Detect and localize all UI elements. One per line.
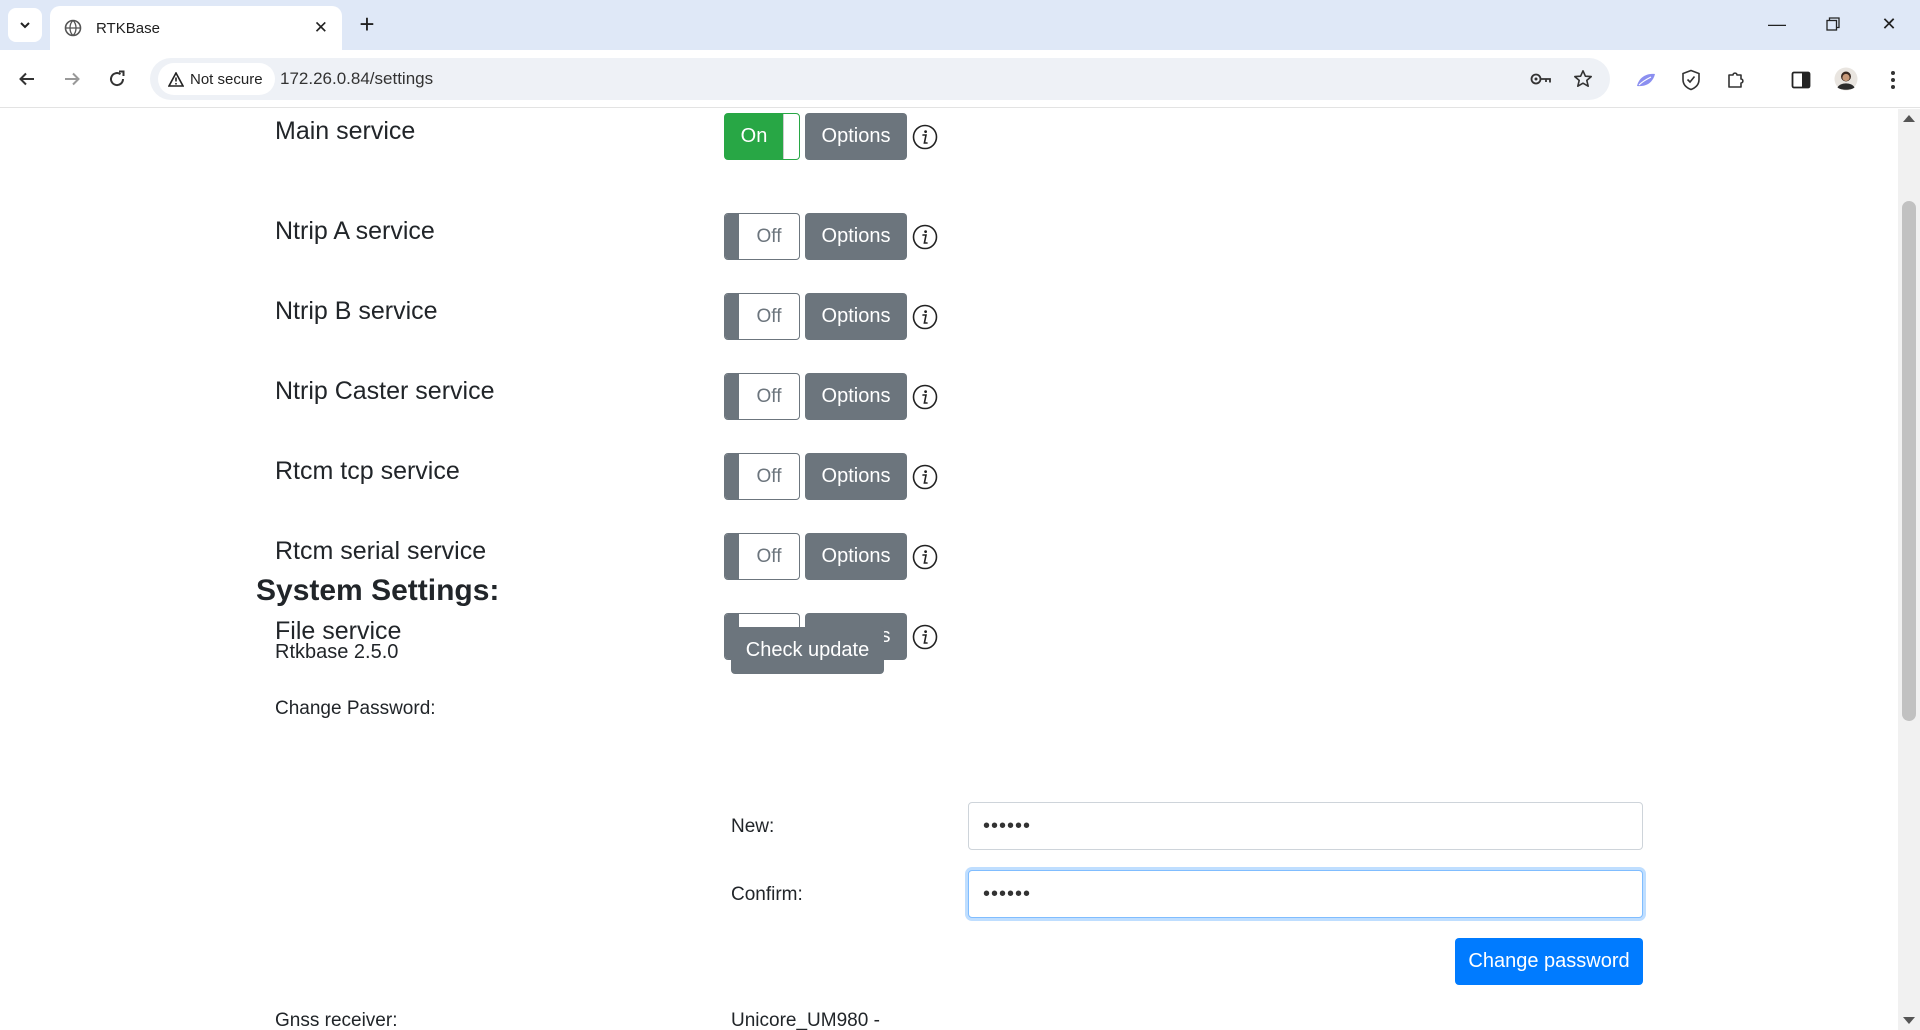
star-icon[interactable] [1572,68,1594,90]
side-panel-icon[interactable] [1788,67,1814,93]
minimize-button[interactable]: — [1754,6,1800,42]
gnss-receiver-value: Unicore_UM980 - [731,1010,880,1030]
tab-title: RTKBase [96,19,160,37]
key-icon[interactable] [1530,68,1552,90]
puzzle-icon[interactable] [1723,67,1749,93]
shield-icon[interactable] [1678,67,1704,93]
system-settings-title: System Settings: [256,574,500,607]
service-options-button[interactable]: Options [805,533,907,580]
chevron-down-icon [20,22,30,29]
restore-button[interactable] [1810,6,1856,42]
tab-search-button[interactable] [8,8,42,42]
arrow-right-icon [65,72,80,86]
toggle-state-label: On [740,125,768,147]
url-text[interactable]: 172.26.0.84/settings [280,69,433,89]
confirm-password-label: Confirm: [731,884,803,905]
reload-icon [110,70,125,87]
toggle-state-label: Off [756,305,782,327]
toggle-handle [725,454,739,499]
arrow-left-icon [19,72,34,86]
warning-icon [168,71,184,87]
version-text: Rtkbase 2.5.0 [275,641,399,663]
info-icon[interactable] [912,464,938,490]
scroll-thumb[interactable] [1902,201,1916,721]
security-label: Not secure [190,70,263,88]
extension-leaf-icon[interactable] [1633,67,1659,93]
close-tab-icon[interactable]: ✕ [314,18,328,38]
security-indicator[interactable]: Not secure [158,63,275,95]
service-toggle[interactable]: Off [724,453,800,500]
toggle-state-label: Off [756,465,782,487]
info-icon[interactable] [912,304,938,330]
new-password-label: New: [731,816,775,837]
service-label: Main service [275,117,416,145]
service-label: Ntrip A service [275,217,435,245]
info-icon[interactable] [912,544,938,570]
service-label: Ntrip Caster service [275,377,495,405]
reload-button[interactable] [100,62,134,96]
new-tab-button[interactable]: + [352,10,382,40]
globe-icon [64,19,82,37]
service-toggle[interactable]: On [724,113,800,160]
change-password-button[interactable]: Change password [1455,938,1643,985]
service-options-button[interactable]: Options [805,373,907,420]
toggle-handle [725,294,739,339]
service-options-button[interactable]: Options [805,453,907,500]
toggle-state-label: Off [756,225,782,247]
tab-strip: RTKBase ✕ + — ✕ [0,0,1920,50]
service-label: Rtcm serial service [275,537,487,565]
info-icon[interactable] [912,624,938,650]
toggle-handle [725,374,739,419]
more-menu-icon[interactable] [1880,67,1906,93]
service-toggle[interactable]: Off [724,213,800,260]
toggle-handle [725,214,739,259]
page-scrollbar[interactable] [1898,109,1920,1030]
address-bar[interactable]: Not secure 172.26.0.84/settings [150,58,1610,100]
service-toggle[interactable]: Off [724,533,800,580]
toggle-handle [725,534,739,579]
browser-toolbar: Not secure 172.26.0.84/settings [0,50,1920,108]
service-label: Rtcm tcp service [275,457,460,485]
confirm-password-field[interactable]: •••••• [968,870,1643,918]
profile-avatar[interactable] [1833,66,1859,92]
service-options-button[interactable]: Options [805,113,907,160]
change-password-label: Change Password: [275,698,436,719]
service-label: Ntrip B service [275,297,438,325]
browser-tab[interactable]: RTKBase ✕ [50,6,342,50]
info-icon[interactable] [912,384,938,410]
service-toggle[interactable]: Off [724,293,800,340]
toggle-state-label: Off [756,545,782,567]
gnss-receiver-label: Gnss receiver: [275,1010,398,1030]
scroll-up-arrow-icon[interactable] [1903,115,1915,122]
forward-button[interactable] [55,62,89,96]
toggle-handle [783,114,799,159]
close-window-button[interactable]: ✕ [1866,6,1912,42]
service-toggle[interactable]: Off [724,373,800,420]
new-password-field[interactable]: •••••• [968,802,1643,850]
toggle-state-label: Off [756,385,782,407]
service-options-button[interactable]: Options [805,213,907,260]
info-icon[interactable] [912,224,938,250]
back-button[interactable] [10,62,44,96]
scroll-down-arrow-icon[interactable] [1903,1017,1915,1024]
service-options-button[interactable]: Options [805,293,907,340]
info-icon[interactable] [912,124,938,150]
check-update-button[interactable]: Check update [731,627,884,674]
restore-icon [1826,17,1840,31]
